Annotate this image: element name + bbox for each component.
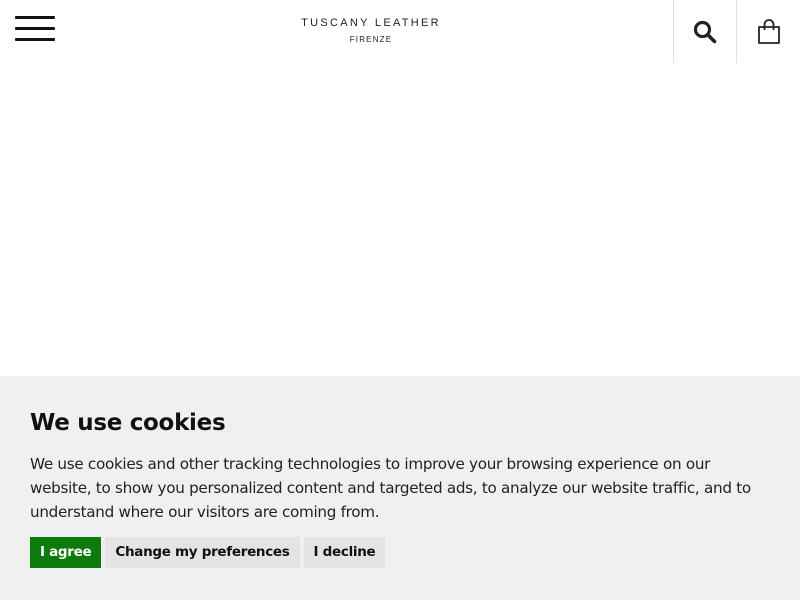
site-header: TUSCANY LEATHER FIRENZE [0, 0, 800, 63]
cookie-actions: I agree Change my preferences I decline [30, 537, 386, 568]
menu-line [15, 38, 55, 41]
search-icon [693, 20, 717, 43]
logo-subtitle: FIRENZE [349, 35, 393, 44]
cookie-consent-banner: We use cookies We use cookies and other … [0, 376, 800, 600]
cookie-description: We use cookies and other tracking techno… [30, 455, 751, 521]
menu-line [15, 16, 55, 19]
agree-button[interactable]: I agree [30, 537, 102, 568]
shopping-bag-icon [757, 18, 780, 44]
logo-title: TUSCANY LEATHER [301, 17, 441, 29]
cart-button[interactable] [737, 0, 800, 63]
search-button[interactable] [674, 0, 736, 63]
menu-line [15, 27, 55, 30]
site-logo[interactable]: TUSCANY LEATHER FIRENZE [270, 16, 472, 46]
hamburger-menu-icon[interactable] [15, 16, 55, 42]
change-preferences-button[interactable]: Change my preferences [105, 537, 300, 568]
cookie-title: We use cookies [30, 410, 226, 436]
decline-button[interactable]: I decline [303, 537, 386, 568]
